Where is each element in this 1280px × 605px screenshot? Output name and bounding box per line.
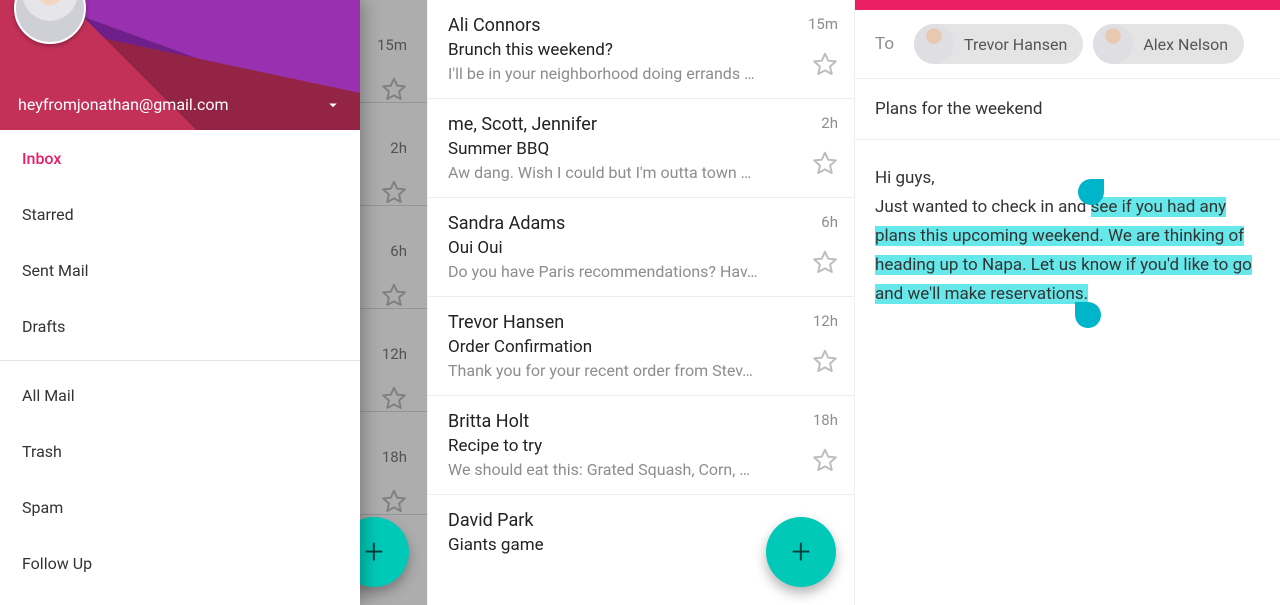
mail-item[interactable]: me, Scott, Jennifer Summer BBQ Aw dang. …	[428, 99, 854, 198]
mail-item[interactable]: Britta Holt Recipe to try We should eat …	[428, 396, 854, 495]
mail-preview: We should eat this: Grated Squash, Corn,…	[448, 460, 800, 479]
mail-subject: Order Confirmation	[448, 337, 800, 357]
drawer-item-spam[interactable]: Spam	[0, 479, 360, 535]
mail-subject: Recipe to try	[448, 436, 800, 456]
mail-time: 15m	[808, 15, 838, 33]
drawer-item-sent[interactable]: Sent Mail	[0, 242, 360, 298]
recipient-chip[interactable]: Trevor Hansen	[914, 24, 1083, 64]
mail-sender: Trevor Hansen	[448, 312, 800, 333]
nav-drawer: heyfromjonathan@gmail.com Inbox Starred …	[0, 0, 360, 605]
drawer-item-label: Spam	[22, 498, 63, 517]
mail-sender: Britta Holt	[448, 411, 800, 432]
compose-body-field[interactable]: Hi guys,Just wanted to check in and see …	[855, 140, 1280, 332]
mail-item[interactable]: Trevor Hansen Order Confirmation Thank y…	[428, 297, 854, 396]
screen-inbox: Ali Connors Brunch this weekend? I'll be…	[427, 0, 854, 605]
mail-subject: Brunch this weekend?	[448, 40, 796, 60]
compose-subject-text: Plans for the weekend	[875, 99, 1042, 119]
drawer-item-label: Follow Up	[22, 554, 92, 573]
mail-time: 2h	[821, 114, 838, 132]
appbar	[855, 0, 1280, 10]
compose-body-pre: Hi guys,Just wanted to check in and	[875, 168, 1091, 217]
selection-handle-start[interactable]	[1078, 179, 1104, 205]
avatar	[914, 24, 954, 64]
mail-preview: I'll be in your neighborhood doing erran…	[448, 64, 796, 83]
to-label: To	[875, 34, 894, 54]
drawer-item-followup[interactable]: Follow Up	[0, 535, 360, 591]
recipient-chip[interactable]: Alex Nelson	[1093, 24, 1244, 64]
mail-item[interactable]: Ali Connors Brunch this weekend? I'll be…	[428, 0, 854, 99]
compose-fab[interactable]: +	[766, 517, 836, 587]
drawer-item-drafts[interactable]: Drafts	[0, 298, 360, 354]
drawer-item-label: Starred	[22, 205, 74, 224]
mail-item[interactable]: Sandra Adams Oui Oui Do you have Paris r…	[428, 198, 854, 297]
drawer-list: Inbox Starred Sent Mail Drafts All Mail …	[0, 130, 360, 605]
compose-to-row[interactable]: To Trevor Hansen Alex Nelson	[855, 10, 1280, 79]
recipient-name: Alex Nelson	[1143, 35, 1228, 54]
plus-icon: +	[791, 532, 810, 572]
divider	[0, 360, 360, 361]
star-icon[interactable]	[812, 150, 838, 176]
mail-preview: Do you have Paris recommendations? Hav…	[448, 262, 800, 281]
star-icon[interactable]	[812, 348, 838, 374]
drawer-header[interactable]: heyfromjonathan@gmail.com	[0, 0, 360, 130]
star-icon[interactable]	[812, 447, 838, 473]
star-icon[interactable]	[812, 51, 838, 77]
mail-sender: Sandra Adams	[448, 213, 800, 234]
mail-sender: me, Scott, Jennifer	[448, 114, 800, 135]
mail-time: 6h	[821, 213, 838, 231]
mail-sender: Ali Connors	[448, 15, 796, 36]
mail-time: 12h	[813, 312, 838, 330]
compose-subject-field[interactable]: Plans for the weekend	[855, 79, 1280, 140]
mail-preview: Aw dang. Wish I could but I'm outta town…	[448, 163, 800, 182]
avatar	[14, 0, 86, 44]
selection-handle-end[interactable]	[1075, 302, 1101, 328]
plus-icon: +	[364, 532, 383, 572]
chevron-down-icon	[324, 96, 342, 114]
drawer-item-inbox[interactable]: Inbox	[0, 130, 360, 186]
account-email: heyfromjonathan@gmail.com	[18, 95, 324, 114]
drawer-item-starred[interactable]: Starred	[0, 186, 360, 242]
mail-preview: Thank you for your recent order from Ste…	[448, 361, 800, 380]
drawer-item-label: Drafts	[22, 317, 65, 336]
inbox-list[interactable]: Ali Connors Brunch this weekend? I'll be…	[428, 0, 854, 570]
drawer-item-allmail[interactable]: All Mail	[0, 367, 360, 423]
drawer-item-label: Inbox	[22, 149, 61, 168]
recipient-name: Trevor Hansen	[964, 35, 1067, 54]
drawer-item-label: All Mail	[22, 386, 75, 405]
drawer-item-trash[interactable]: Trash	[0, 423, 360, 479]
mail-subject: Summer BBQ	[448, 139, 800, 159]
screen-compose: To Trevor Hansen Alex Nelson Plans for t…	[854, 0, 1280, 605]
avatar	[1093, 24, 1133, 64]
drawer-item-label: Trash	[22, 442, 62, 461]
drawer-item-label: Sent Mail	[22, 261, 88, 280]
mail-subject: Oui Oui	[448, 238, 800, 258]
mail-time: 18h	[813, 411, 838, 429]
star-icon[interactable]	[812, 249, 838, 275]
screen-drawer: 15m 2h 6h 12h 18h + heyfromjonathan@gmai…	[0, 0, 427, 605]
